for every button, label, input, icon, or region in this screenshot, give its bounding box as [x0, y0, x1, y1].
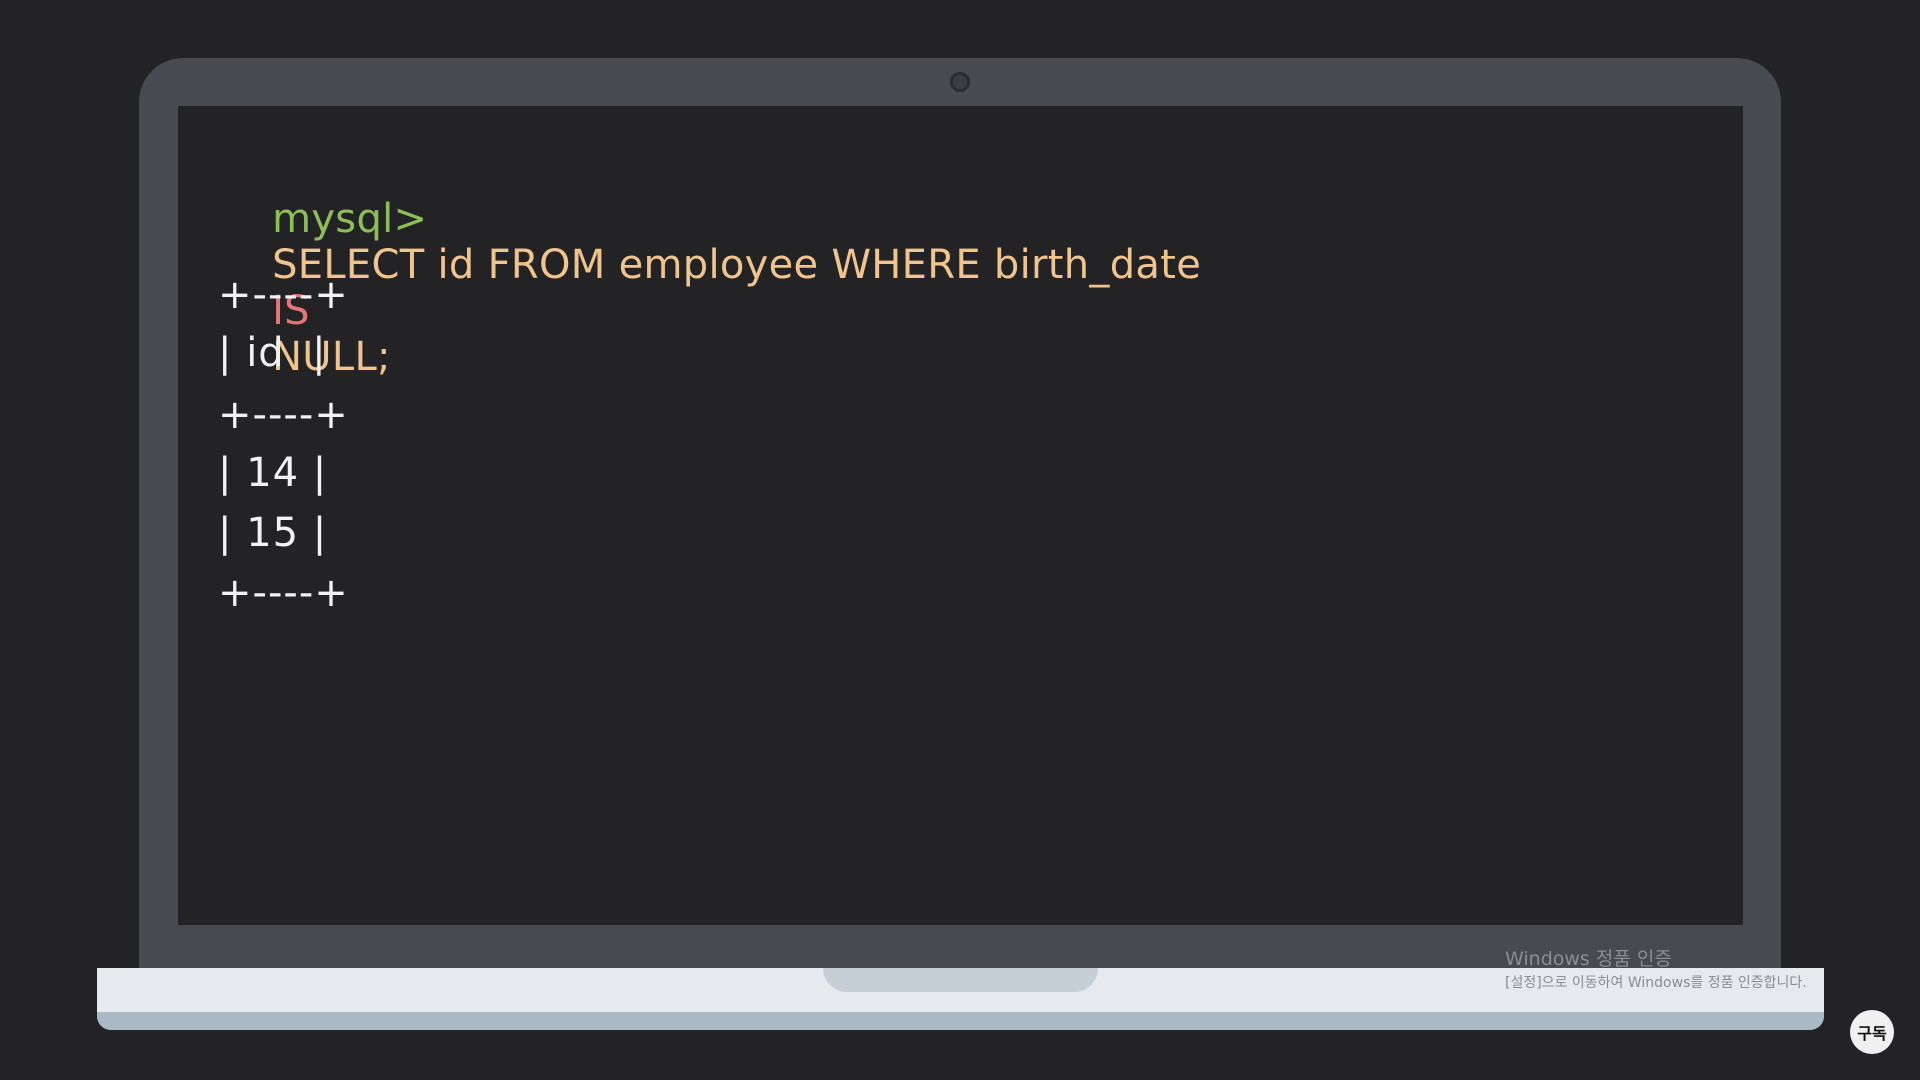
result-border-top: +----+: [218, 272, 349, 318]
result-row: | 15 |: [218, 510, 328, 556]
result-border-bottom: +----+: [218, 570, 349, 616]
sql-select-clause: SELECT id FROM employee WHERE birth_date: [272, 242, 1202, 288]
video-frame: mysql> SELECT id FROM employee WHERE bir…: [0, 0, 1920, 1080]
webcam-icon: [950, 72, 970, 92]
laptop-notch: [823, 968, 1098, 992]
result-border-mid: +----+: [218, 392, 349, 438]
mysql-command-line: mysql> SELECT id FROM employee WHERE bir…: [220, 150, 1201, 426]
result-row: | 14 |: [218, 450, 328, 496]
subscribe-button[interactable]: 구독: [1850, 1010, 1894, 1054]
laptop-base-edge: [97, 1012, 1824, 1030]
result-header-row: | id |: [218, 330, 327, 376]
mysql-prompt: mysql>: [272, 196, 428, 242]
windows-activation-title: Windows 정품 인증: [1505, 948, 1672, 970]
windows-activation-subtitle: [설정]으로 이동하여 Windows를 정품 인증합니다.: [1505, 975, 1807, 991]
